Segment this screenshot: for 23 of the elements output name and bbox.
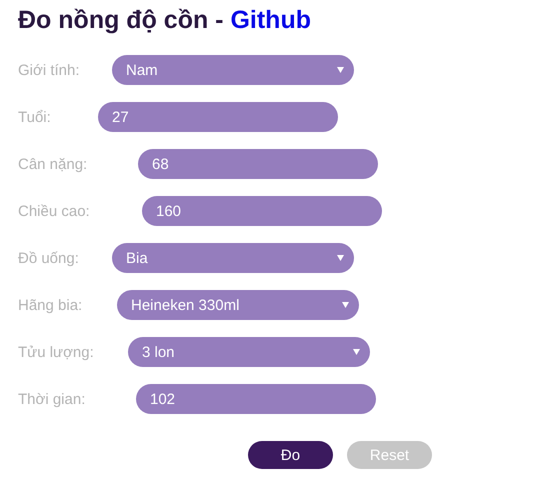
caret-icon [337,67,344,73]
field-label: Đồ uống: [18,250,80,266]
dropdown-field[interactable]: Bia [112,243,354,273]
dropdown-field[interactable]: Heineken 330ml [117,290,359,320]
input-field[interactable]: 102 [136,384,376,414]
caret-icon [353,349,360,355]
dropdown-field[interactable]: Nam [112,55,354,85]
field-label: Hãng bia: [18,296,84,314]
dropdown-field[interactable]: 3 lon [128,337,370,367]
input-field[interactable]: 160 [142,196,382,226]
field-label: Tuổi: [18,108,52,126]
caret-icon [337,255,344,261]
field-label: Chiều cao: [18,202,91,220]
measure-button[interactable]: Đo [248,441,333,469]
field-label: Thời gian: [18,390,86,408]
github-link[interactable]: Github [230,6,311,34]
input-field[interactable]: 27 [98,102,338,132]
field-label: Giới tính: [18,62,81,78]
field-label: Cân nặng: [18,156,88,172]
caret-icon [342,302,349,308]
input-field[interactable]: 68 [138,149,378,179]
field-label: Tửu lượng: [18,344,95,360]
title-text: Đo nồng độ cồn - [18,6,225,34]
